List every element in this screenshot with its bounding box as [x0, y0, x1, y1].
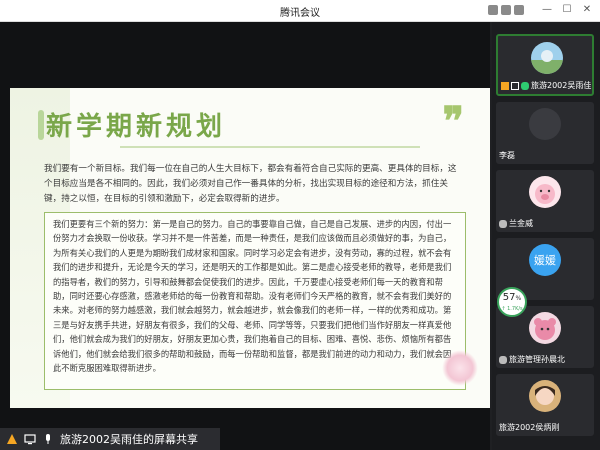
fullscreen-icon[interactable] [488, 5, 498, 15]
slide-body-text: 我们更要有三个新的努力：第一是自己的努力。自己的事要靠自己做，自己是自己发展、进… [53, 219, 452, 374]
participant-tile[interactable]: 兰金威 [496, 170, 594, 232]
participant-label: 旅游管理孙晨北 [499, 354, 565, 365]
participant-name: 旅游管理孙晨北 [509, 355, 565, 364]
presentation-slide: 新学期新规划 ❞ 我们要有一个新目标。我们每一位在自己的人生大目标下，都会有着符… [10, 88, 490, 408]
window-controls: — ☐ ✕ [488, 3, 594, 17]
layout-icon[interactable] [501, 5, 511, 15]
close-button[interactable]: ✕ [580, 3, 594, 17]
network-percent: 57% [502, 292, 522, 303]
bear-avatar [529, 312, 561, 344]
girl-avatar [529, 380, 561, 412]
title-divider [120, 146, 420, 148]
microphone-icon [521, 81, 529, 90]
slide-intro-text: 我们要有一个新目标。我们每一位在自己的人生大目标下，都会有着符合自己实际的更高、… [44, 164, 457, 204]
tray-icons [488, 5, 524, 15]
participant-name: 旅游2002侯炳刚 [499, 423, 560, 432]
participant-label: 旅游2002侯炳刚 [499, 422, 559, 433]
warning-icon [7, 434, 17, 444]
participant-sidebar: 旅游2002吴雨佳 李磊 兰金威 媛媛 旅游管理孙晨北 旅游2002侯炳刚 [492, 22, 600, 450]
landscape-avatar [531, 42, 563, 74]
network-speed: ↑ 1.7K/s [501, 306, 523, 312]
quote-icon: ❞ [442, 98, 464, 145]
participant-tile[interactable]: 李磊 [496, 102, 594, 164]
participant-name: 旅游2002吴雨佳 [531, 81, 592, 90]
text-avatar: 媛媛 [529, 244, 561, 276]
network-status-badge[interactable]: 57% ↑ 1.7K/s [497, 287, 527, 317]
participant-label: 兰金威 [499, 218, 533, 229]
avatar-text: 媛媛 [534, 254, 556, 267]
shared-screen-area: 新学期新规划 ❞ 我们要有一个新目标。我们每一位在自己的人生大目标下，都会有着符… [0, 22, 490, 450]
participant-label: 旅游2002吴雨佳 [501, 80, 591, 91]
screen-icon [511, 81, 519, 90]
microphone-muted-icon [499, 355, 507, 364]
slide-content-box: 我们更要有三个新的努力：第一是自己的努力。自己的事要靠自己做，自己是自己发展、进… [44, 212, 466, 390]
microphone-icon [46, 434, 50, 444]
screen-icon [24, 434, 36, 445]
participant-tile[interactable]: 旅游2002吴雨佳 [496, 34, 594, 96]
screen-share-bar[interactable]: 旅游2002吴雨佳的屏幕共享 [0, 428, 220, 450]
maximize-button[interactable]: ☐ [560, 3, 574, 17]
participant-tile[interactable]: 旅游2002侯炳刚 [496, 374, 594, 436]
participant-label: 李磊 [499, 150, 515, 161]
slide-title: 新学期新规划 [37, 106, 226, 143]
pig-cartoon-avatar [529, 176, 561, 208]
minimize-button[interactable]: — [540, 3, 554, 17]
participant-name: 兰金威 [509, 219, 533, 228]
warning-icon [501, 81, 509, 90]
signal-icon[interactable] [514, 5, 524, 15]
participant-name: 李磊 [499, 151, 515, 160]
flower-decoration [442, 350, 478, 386]
title-bar: 腾讯会议 — ☐ ✕ [0, 0, 600, 22]
blank-avatar [529, 108, 561, 140]
microphone-muted-icon [499, 219, 507, 228]
meeting-window: 腾讯会议 — ☐ ✕ 新学期新规划 ❞ 我们要有一个新目标。我们每一位在自己的人… [0, 0, 600, 450]
share-owner-label: 旅游2002吴雨佳的屏幕共享 [60, 433, 198, 446]
